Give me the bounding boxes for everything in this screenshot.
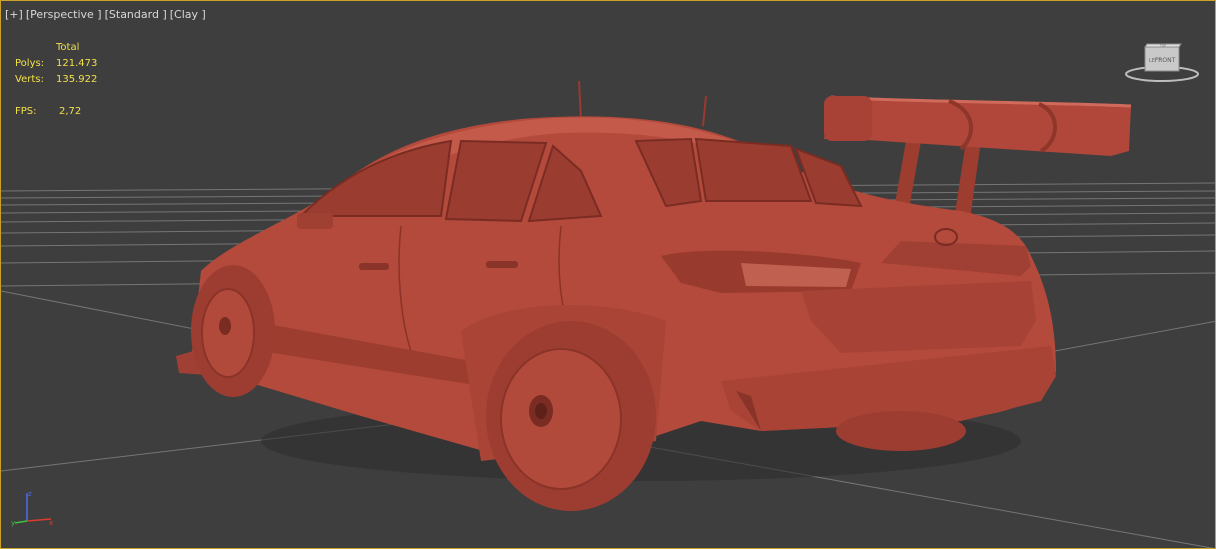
stats-verts-row: Verts: 135.922 xyxy=(15,72,97,88)
stats-fps-row: FPS: 2,72 xyxy=(15,104,97,120)
scene-render xyxy=(1,80,1215,548)
stats-verts-value: 135.922 xyxy=(56,74,98,85)
viewport-shading-menu[interactable]: [Standard ] xyxy=(105,8,167,21)
car-clay-model xyxy=(176,80,1132,511)
viewcube-left-label: LEFT xyxy=(1149,58,1162,64)
stats-verts-label: Verts: xyxy=(15,74,44,85)
viewport-point-of-view-menu[interactable]: [Perspective ] xyxy=(26,8,102,21)
stats-polys-label: Polys: xyxy=(15,58,45,69)
gizmo-z-label: z xyxy=(28,490,32,498)
gizmo-x-axis xyxy=(26,518,52,522)
stats-polys-value: 121.473 xyxy=(56,58,98,69)
viewcube-top-label: TOP xyxy=(1159,44,1166,48)
viewport-style-menu[interactable]: [Clay ] xyxy=(170,8,206,21)
gizmo-x-label: x xyxy=(49,519,53,527)
axis-gizmo-icon: z x y xyxy=(11,490,53,527)
stats-total-label: Total xyxy=(56,42,80,53)
perspective-viewport[interactable]: [+] [Perspective ] [Standard ] [Clay ] Tota… xyxy=(0,0,1216,549)
stats-polys-row: Polys: 121.473 xyxy=(15,56,97,72)
viewport-general-menu[interactable]: [+] xyxy=(5,8,23,21)
stats-fps-label: FPS: xyxy=(15,106,37,117)
stats-fps-value: 2,72 xyxy=(59,106,82,117)
gizmo-y-label: y xyxy=(11,519,15,527)
viewport-label-menu[interactable]: [+] [Perspective ] [Standard ] [Clay ] xyxy=(5,8,209,21)
gizmo-y-axis xyxy=(14,520,28,524)
viewcube-icon[interactable]: FRONT LEFT TOP xyxy=(1123,41,1201,85)
viewport-statistics: Total Polys: 121.473 Verts: 135.922 FPS: 2,… xyxy=(15,40,97,120)
